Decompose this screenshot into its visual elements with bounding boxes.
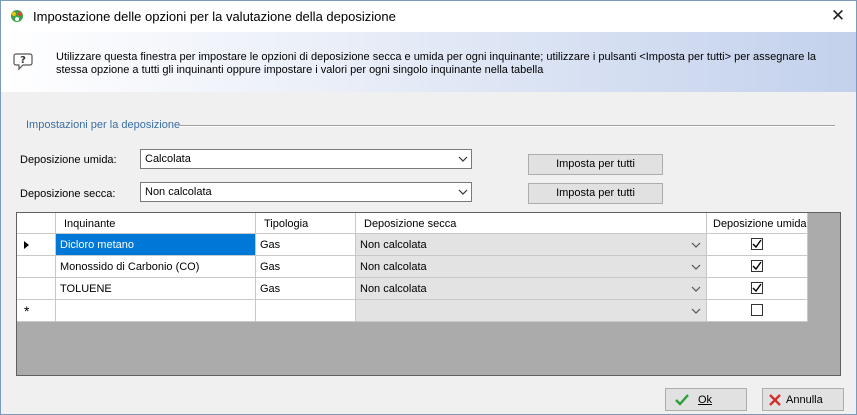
current-row-icon bbox=[24, 241, 29, 249]
chevron-down-icon bbox=[691, 242, 701, 248]
info-icon: ? bbox=[13, 53, 33, 71]
check-icon bbox=[752, 239, 762, 249]
new-row-cell-pollutant[interactable] bbox=[56, 300, 256, 322]
check-icon bbox=[675, 394, 689, 406]
banner-text: Utilizzare questa finestra per impostare… bbox=[56, 51, 817, 76]
new-row-marker: * bbox=[24, 303, 30, 319]
table-cell-type[interactable]: Gas bbox=[256, 256, 356, 278]
wet-checkbox[interactable] bbox=[751, 260, 763, 272]
dry-deposition-label: Deposizione secca: bbox=[20, 188, 116, 200]
check-icon bbox=[752, 261, 762, 271]
table-cell-dry-text: Non calcolata bbox=[360, 283, 427, 295]
table-cell-pollutant[interactable]: Dicloro metano bbox=[56, 234, 256, 256]
svg-text:?: ? bbox=[20, 55, 26, 66]
wet-deposition-label: Deposizione umida: bbox=[20, 154, 117, 166]
wet-checkbox[interactable] bbox=[751, 304, 763, 316]
wet-checkbox[interactable] bbox=[751, 282, 763, 294]
column-header-pollutant-label: Inquinante bbox=[64, 218, 116, 230]
dry-deposition-select[interactable]: Non calcolata bbox=[140, 182, 472, 202]
dialog-window: Impostazione delle opzioni per la valuta… bbox=[0, 0, 857, 415]
window-title: Impostazione delle opzioni per la valuta… bbox=[33, 9, 396, 24]
close-icon: ✕ bbox=[830, 6, 846, 25]
chevron-down-icon bbox=[458, 189, 468, 195]
dialog-footer: Ok Annulla bbox=[1, 380, 856, 414]
info-banner: ? Utilizzare questa finestra per imposta… bbox=[1, 32, 856, 92]
table-cell-type[interactable]: Gas bbox=[256, 234, 356, 256]
table-cell-dry-select[interactable]: Non calcolata bbox=[356, 234, 707, 256]
table-cell-type-text: Gas bbox=[260, 261, 281, 273]
pollutant-table: Inquinante Tipologia Deposizione secca D… bbox=[16, 212, 841, 376]
group-title: Impostazioni per la deposizione bbox=[26, 119, 181, 131]
new-row-header[interactable]: * bbox=[17, 300, 56, 322]
chevron-down-icon bbox=[691, 308, 701, 314]
table-cell-pollutant[interactable]: TOLUENE bbox=[56, 278, 256, 300]
wet-checkbox[interactable] bbox=[751, 238, 763, 250]
table-cell-wet bbox=[707, 234, 808, 256]
table-cell-type[interactable]: Gas bbox=[256, 278, 356, 300]
close-button[interactable]: ✕ bbox=[826, 4, 850, 28]
chevron-down-icon bbox=[691, 286, 701, 292]
table-cell-dry-select[interactable]: Non calcolata bbox=[356, 278, 707, 300]
column-header-type[interactable]: Tipologia bbox=[256, 213, 356, 234]
table-cell-pollutant-text: TOLUENE bbox=[60, 283, 112, 295]
cancel-button-label: Annulla bbox=[786, 394, 823, 406]
ok-button-label: Ok bbox=[698, 394, 713, 406]
wet-deposition-value: Calcolata bbox=[145, 153, 191, 165]
wet-deposition-select[interactable]: Calcolata bbox=[140, 149, 472, 169]
group-divider bbox=[179, 125, 835, 127]
cancel-button[interactable]: Annulla bbox=[762, 388, 844, 411]
table-cell-type-text: Gas bbox=[260, 239, 281, 251]
wet-set-all-button[interactable]: Imposta per tutti bbox=[528, 154, 663, 175]
app-icon bbox=[11, 10, 23, 22]
table-cell-dry-select[interactable]: Non calcolata bbox=[356, 256, 707, 278]
table-cell-dry-text: Non calcolata bbox=[360, 239, 427, 251]
column-header-dry[interactable]: Deposizione secca bbox=[356, 213, 707, 234]
x-icon bbox=[769, 394, 781, 406]
row-header[interactable] bbox=[17, 234, 56, 256]
table-cell-wet bbox=[707, 256, 808, 278]
chevron-down-icon bbox=[458, 156, 468, 162]
table-cell-pollutant-text: Monossido di Carbonio (CO) bbox=[60, 261, 200, 273]
table-cell-type-text: Gas bbox=[260, 283, 281, 295]
column-header-dry-label: Deposizione secca bbox=[364, 218, 457, 230]
table-cell-wet bbox=[707, 278, 808, 300]
new-row-cell-type[interactable] bbox=[256, 300, 356, 322]
row-header[interactable] bbox=[17, 278, 56, 300]
dry-set-all-button[interactable]: Imposta per tutti bbox=[528, 183, 663, 204]
row-header[interactable] bbox=[17, 256, 56, 278]
table-cell-pollutant-text: Dicloro metano bbox=[60, 239, 134, 251]
row-header-corner bbox=[17, 213, 56, 234]
ok-button[interactable]: Ok bbox=[665, 388, 747, 411]
column-header-wet[interactable]: Deposizione umida bbox=[707, 213, 808, 234]
column-header-type-label: Tipologia bbox=[264, 218, 309, 230]
title-bar: Impostazione delle opzioni per la valuta… bbox=[1, 1, 856, 32]
chevron-down-icon bbox=[691, 264, 701, 270]
check-icon bbox=[752, 283, 762, 293]
column-header-pollutant[interactable]: Inquinante bbox=[56, 213, 256, 234]
table-cell-dry-text: Non calcolata bbox=[360, 261, 427, 273]
table-cell-pollutant[interactable]: Monossido di Carbonio (CO) bbox=[56, 256, 256, 278]
dry-deposition-value: Non calcolata bbox=[145, 186, 212, 198]
new-row-cell-wet bbox=[707, 300, 808, 322]
new-row-cell-dry-select[interactable] bbox=[356, 300, 707, 322]
column-header-wet-label: Deposizione umida bbox=[713, 218, 807, 230]
